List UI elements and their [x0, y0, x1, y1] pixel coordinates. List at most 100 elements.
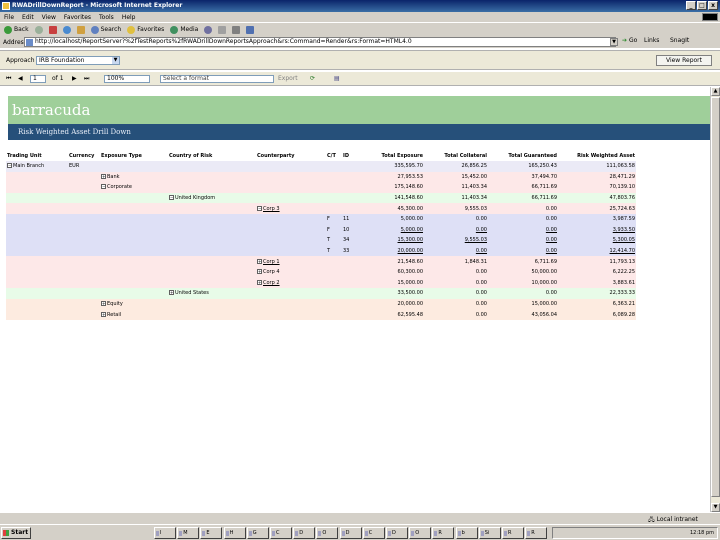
cell-value: Equity — [107, 301, 123, 308]
next-page-icon[interactable]: ▶ — [72, 75, 77, 83]
cell-tc: 9,555.03 — [424, 203, 488, 214]
stop-button[interactable] — [48, 25, 57, 34]
window-title: RWADrillDownReport - Microsoft Internet … — [12, 2, 183, 9]
last-page-icon[interactable]: ⏭ — [84, 75, 89, 83]
cell-tg: 15,000.00 — [488, 298, 558, 310]
refresh-report-icon[interactable]: ⟳ — [310, 75, 315, 83]
taskbar-button[interactable]: O — [409, 527, 432, 539]
cell-value: 0.00 — [475, 248, 487, 255]
favorites-button[interactable]: Favorites — [127, 25, 164, 34]
export-format-select[interactable]: Select a format — [160, 75, 274, 83]
taskbar-button[interactable]: R — [525, 527, 548, 539]
mail-button[interactable] — [218, 25, 227, 34]
expand-icon[interactable]: + — [257, 279, 262, 285]
menu-tools[interactable]: Tools — [99, 14, 114, 21]
cell-cp — [256, 288, 326, 299]
taskbar-button[interactable]: M — [177, 527, 200, 539]
page-number-input[interactable]: 1 — [30, 75, 46, 83]
cell-ct: T — [326, 235, 342, 246]
expand-icon[interactable]: + — [257, 258, 262, 264]
cell-unit — [6, 192, 68, 204]
taskbar-button[interactable]: E — [200, 527, 223, 539]
cell-value: Bank — [107, 173, 120, 180]
cell-value: 111,063.58 — [606, 163, 635, 170]
collapse-icon[interactable]: − — [169, 195, 174, 201]
app-icon — [156, 531, 159, 536]
counterparty-link[interactable]: Corp 2 — [263, 280, 280, 286]
vertical-scrollbar[interactable]: ▲ ▼ — [710, 87, 720, 512]
start-button[interactable]: Start — [1, 527, 31, 539]
cell-unit — [6, 256, 68, 267]
menu-help[interactable]: Help — [122, 14, 136, 21]
back-button[interactable]: Back — [4, 25, 29, 34]
taskbar-button[interactable]: b — [455, 527, 478, 539]
taskbar-button[interactable]: C — [270, 527, 292, 539]
cell-tc: 0.00 — [424, 288, 488, 299]
cell-value: 20,000.00 — [397, 248, 423, 255]
view-report-button[interactable]: View Report — [656, 55, 712, 66]
taskbar-button[interactable]: Si — [478, 527, 501, 539]
maximize-button[interactable]: □ — [697, 1, 707, 10]
history-button[interactable] — [204, 25, 213, 34]
snagit-button[interactable]: SnagIt — [670, 37, 689, 44]
menu-file[interactable]: File — [4, 14, 14, 21]
taskbar-button[interactable]: D — [293, 527, 316, 539]
cell-rwa: 25,724.63 — [558, 203, 636, 214]
counterparty-link[interactable]: Corp 3 — [263, 206, 280, 212]
links-button[interactable]: Links — [644, 37, 659, 44]
cell-tc: 0.00 — [424, 266, 488, 278]
taskbar-button[interactable]: G — [246, 527, 269, 539]
taskbar-button[interactable]: D — [386, 527, 408, 539]
collapse-icon[interactable]: − — [257, 205, 262, 211]
scroll-down-icon[interactable]: ▼ — [711, 503, 720, 512]
taskbar-button[interactable]: D — [339, 527, 362, 539]
expand-icon[interactable]: + — [257, 269, 262, 275]
home-button[interactable] — [76, 25, 85, 34]
edit-button[interactable] — [246, 25, 255, 34]
prev-page-icon[interactable]: ◀ — [18, 75, 23, 83]
taskbar-button[interactable]: H — [223, 527, 246, 539]
table-row: + Corp 2 15,000.00 0.00 10,000.00 3,883.61 — [6, 277, 636, 289]
go-button[interactable]: ➔ Go — [622, 37, 637, 44]
search-button[interactable]: Search — [90, 25, 121, 34]
menu-view[interactable]: View — [42, 14, 56, 21]
scroll-thumb[interactable] — [711, 97, 720, 497]
expand-icon[interactable]: + — [101, 311, 106, 317]
address-url: http://localhost/ReportServer?%2fTestRep… — [35, 38, 412, 45]
taskbar-button[interactable]: C — [362, 527, 385, 539]
expand-icon[interactable]: + — [169, 290, 174, 296]
address-input[interactable]: http://localhost/ReportServer?%2fTestRep… — [24, 37, 616, 47]
cell-currency — [68, 171, 100, 183]
refresh-button[interactable] — [62, 25, 71, 34]
taskbar-button[interactable]: R — [432, 527, 455, 539]
zoom-select[interactable]: 100% — [104, 75, 150, 83]
cell-rwa: 3,987.59 — [558, 213, 636, 225]
close-button[interactable]: x — [708, 1, 718, 10]
collapse-icon[interactable]: − — [101, 184, 106, 190]
first-page-icon[interactable]: ⏮ — [6, 75, 11, 83]
cell-exposure — [100, 277, 168, 289]
expand-icon[interactable]: + — [101, 301, 106, 307]
menu-edit[interactable]: Edit — [22, 14, 34, 21]
cell-exposure: + Bank — [100, 171, 168, 183]
scroll-up-icon[interactable]: ▲ — [711, 87, 720, 96]
export-link[interactable]: Export — [278, 75, 298, 83]
menu-favorites[interactable]: Favorites — [64, 14, 91, 21]
address-dropdown[interactable]: ▼ — [610, 38, 618, 46]
cell-country — [168, 256, 256, 267]
collapse-icon[interactable]: − — [7, 163, 12, 169]
approach-select[interactable]: IRB Foundation ▼ — [36, 56, 120, 65]
print-report-icon[interactable]: ▤ — [334, 75, 340, 83]
cell-value: 33,500.00 — [397, 290, 423, 297]
cell-tg: 0.00 — [488, 203, 558, 214]
print-button[interactable] — [232, 25, 241, 34]
media-button[interactable]: Media — [170, 25, 198, 34]
cell-tc: 11,403.34 — [424, 192, 488, 204]
counterparty-link[interactable]: Corp 1 — [263, 259, 280, 265]
minimize-button[interactable]: _ — [686, 1, 696, 10]
expand-icon[interactable]: + — [101, 173, 106, 179]
taskbar-button[interactable]: R — [502, 527, 524, 539]
forward-button[interactable] — [34, 25, 43, 34]
taskbar-button[interactable]: O — [316, 527, 339, 539]
taskbar-button[interactable]: I — [154, 527, 176, 539]
